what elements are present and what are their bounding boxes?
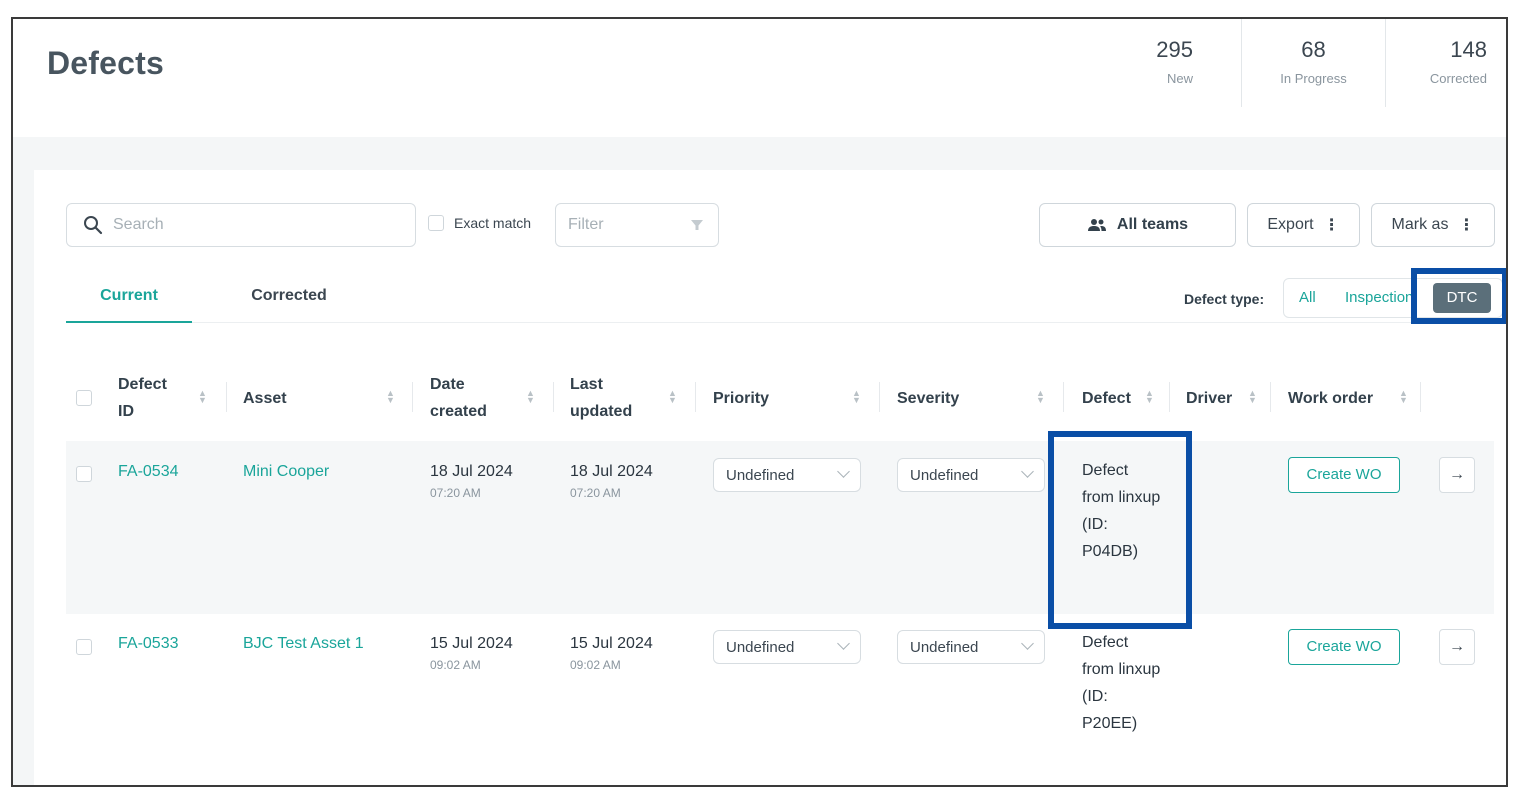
stat-in-progress: 68 In Progress bbox=[1241, 19, 1385, 107]
date-created-cell: 18 Jul 2024 07:20 AM bbox=[430, 463, 513, 500]
app-frame: Defects 295 New 68 In Progress 148 Corre… bbox=[11, 17, 1508, 787]
defect-type-all[interactable]: All bbox=[1299, 279, 1316, 317]
column-last-updated[interactable]: Last updated bbox=[570, 362, 640, 434]
defect-type-label: Defect type: bbox=[1184, 291, 1265, 307]
column-defect-id[interactable]: Defect ID bbox=[118, 362, 178, 434]
table-header: Defect ID ▲ ▼ Asset ▲ ▼ Date created ▲ ▼ La… bbox=[66, 362, 1494, 434]
filter-field[interactable]: Filter bbox=[555, 203, 719, 247]
stat-corrected: 148 Corrected bbox=[1385, 19, 1487, 107]
mark-as-label: Mark as bbox=[1391, 216, 1449, 233]
last-updated-cell: 15 Jul 2024 09:02 AM bbox=[570, 635, 653, 672]
defects-card: Exact match Filter All teams Export ⋮ Ma… bbox=[34, 170, 1506, 785]
exact-match-label: Exact match bbox=[454, 215, 532, 231]
search-input[interactable] bbox=[113, 216, 403, 234]
stat-in-progress-value: 68 bbox=[1301, 37, 1326, 62]
chevron-down-icon bbox=[837, 465, 850, 478]
row-checkbox[interactable] bbox=[76, 466, 92, 482]
asset-link[interactable]: BJC Test Asset 1 bbox=[243, 635, 364, 653]
sort-icon[interactable]: ▲ ▼ bbox=[1248, 389, 1257, 405]
column-driver[interactable]: Driver bbox=[1186, 362, 1246, 434]
select-all-checkbox[interactable] bbox=[76, 390, 92, 406]
page-title: Defects bbox=[47, 45, 165, 81]
stat-corrected-label: Corrected bbox=[1429, 71, 1487, 86]
create-wo-button[interactable]: Create WO bbox=[1288, 457, 1400, 493]
defect-type-segmented-control: All Inspection DTC bbox=[1283, 278, 1503, 318]
date-created-cell: 15 Jul 2024 09:02 AM bbox=[430, 635, 513, 672]
column-defect[interactable]: Defect bbox=[1082, 362, 1142, 434]
all-teams-button[interactable]: All teams bbox=[1039, 203, 1236, 247]
sort-icon[interactable]: ▲ ▼ bbox=[526, 389, 535, 405]
mark-as-button[interactable]: Mark as ⋮ bbox=[1371, 203, 1495, 247]
people-icon bbox=[1087, 219, 1106, 231]
sort-icon[interactable]: ▲ ▼ bbox=[1145, 389, 1154, 405]
stat-in-progress-label: In Progress bbox=[1280, 71, 1347, 86]
defect-id-link[interactable]: FA-0534 bbox=[118, 463, 178, 481]
export-button[interactable]: Export ⋮ bbox=[1247, 203, 1360, 247]
search-box[interactable] bbox=[66, 203, 416, 247]
exact-match-toggle[interactable]: Exact match bbox=[428, 215, 531, 231]
tab-corrected[interactable]: Corrected bbox=[226, 283, 352, 323]
stat-new-value: 295 bbox=[1156, 37, 1193, 62]
defect-type-dtc[interactable]: DTC bbox=[1433, 283, 1491, 313]
stat-corrected-value: 148 bbox=[1450, 37, 1487, 62]
asset-link[interactable]: Mini Cooper bbox=[243, 463, 329, 481]
severity-select[interactable]: Undefined bbox=[897, 458, 1045, 492]
tab-current[interactable]: Current bbox=[66, 283, 192, 323]
row-checkbox[interactable] bbox=[76, 639, 92, 655]
stat-new: 295 New bbox=[1113, 19, 1193, 107]
funnel-icon bbox=[691, 220, 703, 230]
chevron-down-icon bbox=[1021, 465, 1034, 478]
exact-match-checkbox[interactable] bbox=[428, 215, 444, 231]
tab-bar: Current Corrected bbox=[66, 283, 1494, 323]
defect-id-link[interactable]: FA-0533 bbox=[118, 635, 178, 653]
table-row[interactable]: FA-0533 BJC Test Asset 1 15 Jul 2024 09:… bbox=[66, 614, 1494, 785]
column-work-order[interactable]: Work order bbox=[1288, 362, 1388, 434]
sort-icon[interactable]: ▲ ▼ bbox=[668, 389, 677, 405]
column-asset[interactable]: Asset bbox=[243, 362, 343, 434]
priority-select[interactable]: Undefined bbox=[713, 458, 861, 492]
column-priority[interactable]: Priority bbox=[713, 362, 813, 434]
priority-select[interactable]: Undefined bbox=[713, 630, 861, 664]
table-row[interactable]: FA-0534 Mini Cooper 18 Jul 2024 07:20 AM… bbox=[66, 441, 1494, 614]
page-header: Defects 295 New 68 In Progress 148 Corre… bbox=[13, 19, 1506, 137]
open-row-arrow-icon[interactable]: → bbox=[1439, 629, 1475, 665]
all-teams-label: All teams bbox=[1116, 216, 1189, 233]
sort-icon[interactable]: ▲ ▼ bbox=[198, 389, 207, 405]
open-row-arrow-icon[interactable]: → bbox=[1439, 457, 1475, 493]
defect-description: Defect from linxup (ID: P04DB) bbox=[1082, 462, 1161, 560]
kebab-icon: ⋮ bbox=[1458, 217, 1475, 234]
severity-select[interactable]: Undefined bbox=[897, 630, 1045, 664]
filter-placeholder: Filter bbox=[568, 216, 604, 233]
defect-type-inspection[interactable]: Inspection bbox=[1345, 279, 1422, 317]
kebab-icon: ⋮ bbox=[1323, 217, 1340, 234]
sort-icon[interactable]: ▲ ▼ bbox=[1399, 389, 1408, 405]
column-date-created[interactable]: Date created bbox=[430, 362, 500, 434]
sort-icon[interactable]: ▲ ▼ bbox=[852, 389, 861, 405]
chevron-down-icon bbox=[837, 637, 850, 650]
export-label: Export bbox=[1267, 216, 1314, 233]
defect-description: Defect from linxup (ID: P20EE) bbox=[1082, 634, 1161, 732]
sort-icon[interactable]: ▲ ▼ bbox=[386, 389, 395, 405]
last-updated-cell: 18 Jul 2024 07:20 AM bbox=[570, 463, 653, 500]
chevron-down-icon bbox=[1021, 637, 1034, 650]
create-wo-button[interactable]: Create WO bbox=[1288, 629, 1400, 665]
sort-icon[interactable]: ▲ ▼ bbox=[1036, 389, 1045, 405]
column-severity[interactable]: Severity bbox=[897, 362, 997, 434]
stat-new-label: New bbox=[1166, 71, 1193, 86]
search-icon bbox=[84, 216, 103, 235]
